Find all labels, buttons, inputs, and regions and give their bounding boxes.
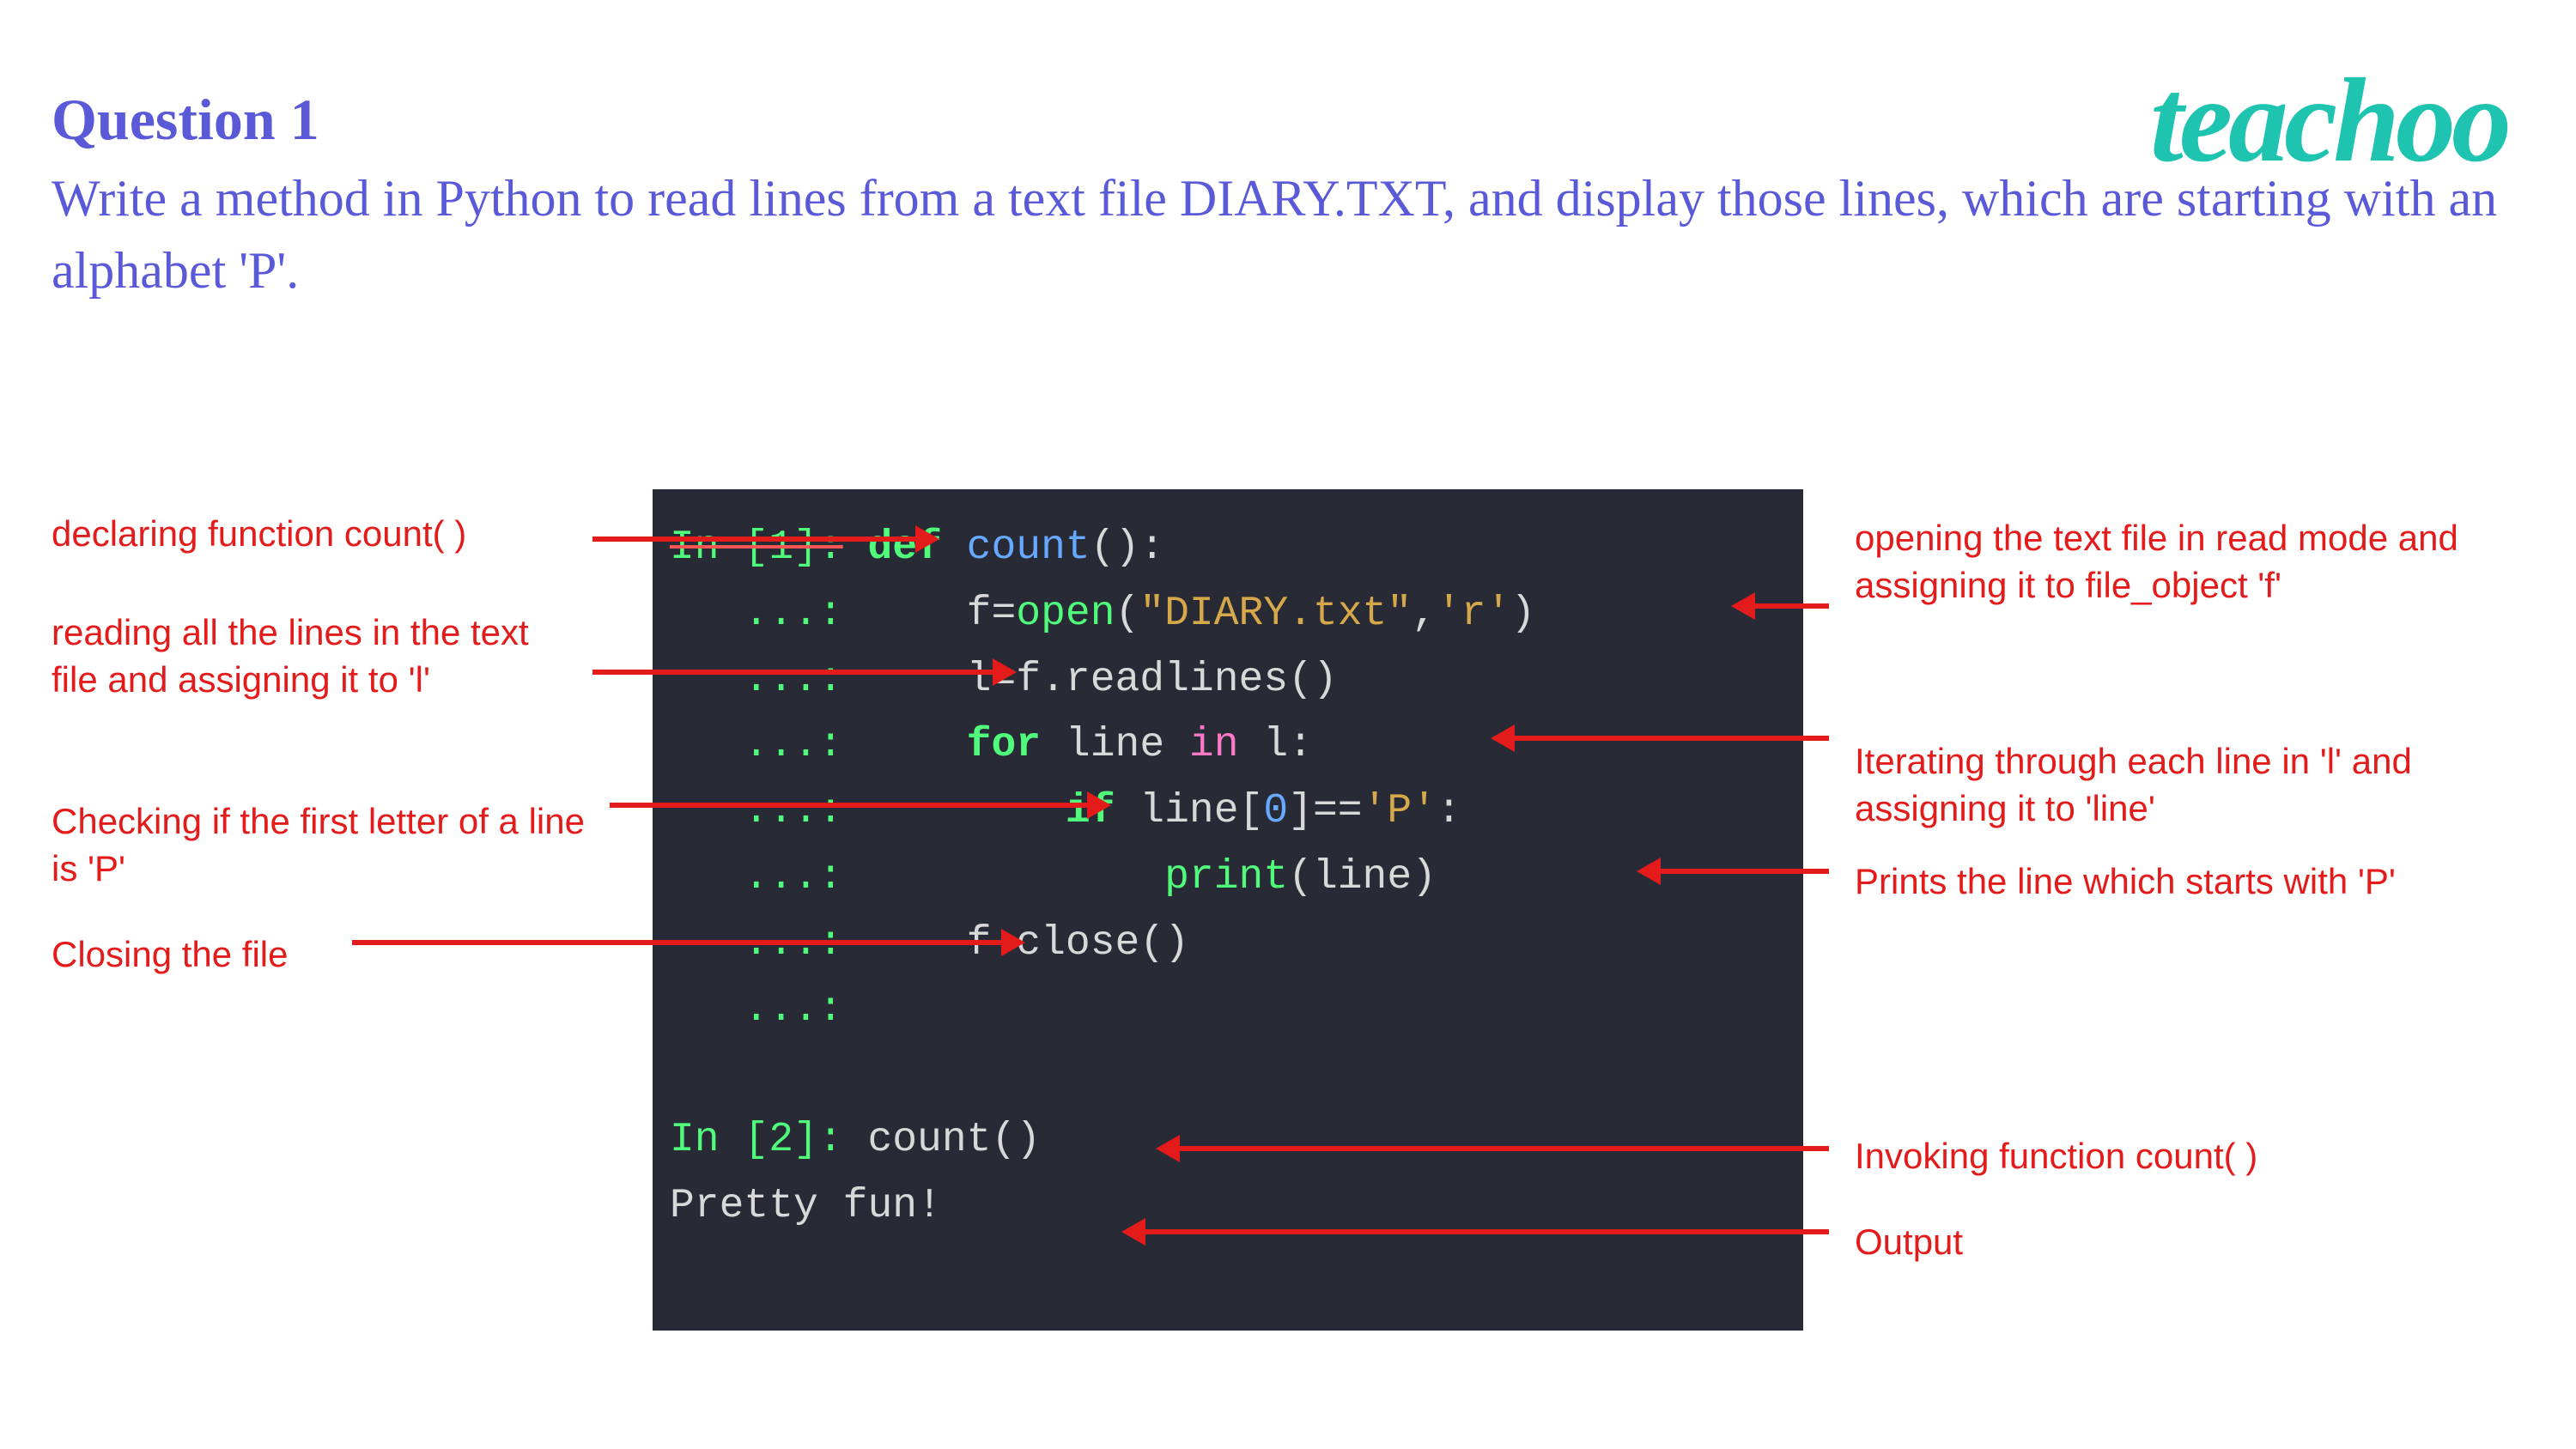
arrow-icon	[610, 803, 1091, 808]
code-line-9: In [2]: count()	[670, 1107, 1786, 1173]
annotation-print: Prints the line which starts with 'P'	[1855, 858, 2542, 906]
annotation-close-file: Closing the file	[52, 931, 395, 979]
code-line-5: ...: if line[0]=='P':	[670, 779, 1786, 845]
arrow-icon	[1657, 869, 1829, 874]
question-number: Question 1	[52, 86, 2524, 154]
annotation-readlines: reading all the lines in the text file a…	[52, 609, 584, 703]
code-line-2: ...: f=open("DIARY.txt",'r')	[670, 581, 1786, 647]
arrow-icon	[1176, 1146, 1829, 1151]
annotation-declare-func: declaring function count( )	[52, 511, 584, 558]
arrow-icon	[592, 537, 919, 542]
annotation-open-file: opening the text file in read mode and a…	[1855, 515, 2499, 609]
arrow-icon	[1752, 603, 1829, 609]
code-line-1: In [1]: def count():	[670, 515, 1786, 581]
annotation-check-first: Checking if the first letter of a line i…	[52, 798, 601, 892]
arrow-icon	[352, 940, 1005, 945]
question-header: Question 1 Write a method in Python to r…	[52, 86, 2524, 306]
arrow-icon	[1142, 1229, 1829, 1234]
code-line-3: ...: l=f.readlines()	[670, 647, 1786, 713]
code-line-4: ...: for line in l:	[670, 712, 1786, 779]
annotation-iterate: Iterating through each line in 'l' and a…	[1855, 738, 2507, 832]
arrow-icon	[592, 670, 996, 675]
arrow-icon	[1511, 736, 1829, 741]
code-line-6: ...: print(line)	[670, 845, 1786, 911]
code-line-8: ...:	[670, 977, 1786, 1043]
annotation-invoke: Invoking function count( )	[1855, 1133, 2370, 1180]
annotation-output: Output	[1855, 1219, 2112, 1266]
code-block: In [1]: def count(): ...: f=open("DIARY.…	[653, 489, 1803, 1331]
question-text: Write a method in Python to read lines f…	[52, 162, 2524, 306]
